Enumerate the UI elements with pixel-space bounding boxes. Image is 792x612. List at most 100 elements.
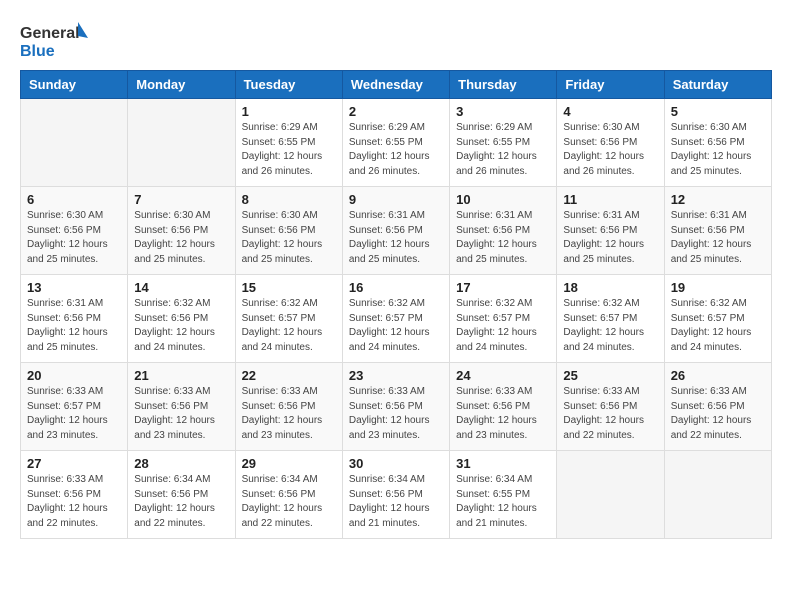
day-number: 21	[134, 368, 228, 383]
day-info: Sunrise: 6:30 AM Sunset: 6:56 PM Dayligh…	[563, 121, 657, 179]
calendar-cell: 8 Sunrise: 6:30 AM Sunset: 6:56 PM Daylig…	[235, 187, 342, 275]
calendar-cell: 24 Sunrise: 6:33 AM Sunset: 6:56 PM Dayli…	[450, 363, 557, 451]
calendar-cell: 6Sunrise: 6:30 AM Sunset: 6:56 PM Daylig…	[21, 187, 128, 275]
day-number: 22	[242, 368, 336, 383]
calendar-cell: 2 Sunrise: 6:29 AM Sunset: 6:55 PM Daylig…	[342, 99, 449, 187]
day-number: 2	[349, 104, 443, 119]
weekday-header-thursday: Thursday	[450, 71, 557, 99]
calendar-cell: 21Sunrise: 6:33 AM Sunset: 6:56 PM Dayli…	[128, 363, 235, 451]
day-number: 29	[242, 456, 336, 471]
day-info: Sunrise: 6:32 AM Sunset: 6:57 PM Dayligh…	[456, 297, 550, 355]
day-number: 27	[27, 456, 121, 471]
day-info: Sunrise: 6:29 AM Sunset: 6:55 PM Dayligh…	[456, 121, 550, 179]
day-number: 30	[349, 456, 443, 471]
calendar-cell: 17 Sunrise: 6:32 AM Sunset: 6:57 PM Dayli…	[450, 275, 557, 363]
day-info: Sunrise: 6:33 AM Sunset: 6:56 PM Dayligh…	[456, 385, 550, 443]
calendar-cell: 16 Sunrise: 6:32 AM Sunset: 6:57 PM Dayli…	[342, 275, 449, 363]
calendar-cell: 14 Sunrise: 6:32 AM Sunset: 6:56 PM Dayli…	[128, 275, 235, 363]
day-number: 1	[242, 104, 336, 119]
calendar-cell: 31 Sunrise: 6:34 AM Sunset: 6:55 PM Dayli…	[450, 451, 557, 539]
calendar-cell: 3 Sunrise: 6:29 AM Sunset: 6:55 PM Daylig…	[450, 99, 557, 187]
day-info: Sunrise: 6:30 AM Sunset: 6:56 PM Dayligh…	[27, 209, 121, 267]
calendar-cell: 13Sunrise: 6:31 AM Sunset: 6:56 PM Dayli…	[21, 275, 128, 363]
day-info: Sunrise: 6:33 AM Sunset: 6:56 PM Dayligh…	[27, 473, 121, 531]
calendar-cell: 11 Sunrise: 6:31 AM Sunset: 6:56 PM Dayli…	[557, 187, 664, 275]
day-number: 5	[671, 104, 765, 119]
weekday-header-wednesday: Wednesday	[342, 71, 449, 99]
day-info: Sunrise: 6:34 AM Sunset: 6:56 PM Dayligh…	[242, 473, 336, 531]
day-number: 11	[563, 192, 657, 207]
calendar-cell: 9Sunrise: 6:31 AM Sunset: 6:56 PM Daylig…	[342, 187, 449, 275]
weekday-header-tuesday: Tuesday	[235, 71, 342, 99]
day-number: 17	[456, 280, 550, 295]
calendar-cell: 5 Sunrise: 6:30 AM Sunset: 6:56 PM Daylig…	[664, 99, 771, 187]
day-info: Sunrise: 6:33 AM Sunset: 6:57 PM Dayligh…	[27, 385, 121, 443]
calendar-cell	[21, 99, 128, 187]
day-info: Sunrise: 6:29 AM Sunset: 6:55 PM Dayligh…	[349, 121, 443, 179]
calendar-cell: 25Sunrise: 6:33 AM Sunset: 6:56 PM Dayli…	[557, 363, 664, 451]
calendar-cell: 27 Sunrise: 6:33 AM Sunset: 6:56 PM Dayli…	[21, 451, 128, 539]
day-info: Sunrise: 6:31 AM Sunset: 6:56 PM Dayligh…	[349, 209, 443, 267]
calendar-cell	[128, 99, 235, 187]
day-number: 23	[349, 368, 443, 383]
week-row-2: 6Sunrise: 6:30 AM Sunset: 6:56 PM Daylig…	[21, 187, 772, 275]
calendar-cell: 18 Sunrise: 6:32 AM Sunset: 6:57 PM Dayli…	[557, 275, 664, 363]
day-info: Sunrise: 6:32 AM Sunset: 6:57 PM Dayligh…	[242, 297, 336, 355]
week-row-4: 20Sunrise: 6:33 AM Sunset: 6:57 PM Dayli…	[21, 363, 772, 451]
day-info: Sunrise: 6:32 AM Sunset: 6:57 PM Dayligh…	[563, 297, 657, 355]
day-number: 3	[456, 104, 550, 119]
calendar-cell: 29 Sunrise: 6:34 AM Sunset: 6:56 PM Dayli…	[235, 451, 342, 539]
day-info: Sunrise: 6:34 AM Sunset: 6:55 PM Dayligh…	[456, 473, 550, 531]
svg-text:General: General	[20, 25, 80, 42]
day-info: Sunrise: 6:30 AM Sunset: 6:56 PM Dayligh…	[242, 209, 336, 267]
day-info: Sunrise: 6:31 AM Sunset: 6:56 PM Dayligh…	[563, 209, 657, 267]
calendar-cell	[664, 451, 771, 539]
page-header: GeneralBlue	[20, 20, 772, 60]
calendar-cell: 22 Sunrise: 6:33 AM Sunset: 6:56 PM Dayli…	[235, 363, 342, 451]
day-number: 15	[242, 280, 336, 295]
day-number: 8	[242, 192, 336, 207]
day-number: 18	[563, 280, 657, 295]
day-info: Sunrise: 6:34 AM Sunset: 6:56 PM Dayligh…	[134, 473, 228, 531]
day-info: Sunrise: 6:32 AM Sunset: 6:57 PM Dayligh…	[671, 297, 765, 355]
day-number: 16	[349, 280, 443, 295]
day-info: Sunrise: 6:31 AM Sunset: 6:56 PM Dayligh…	[27, 297, 121, 355]
calendar-body: 1 Sunrise: 6:29 AM Sunset: 6:55 PM Daylig…	[21, 99, 772, 539]
day-info: Sunrise: 6:31 AM Sunset: 6:56 PM Dayligh…	[671, 209, 765, 267]
day-info: Sunrise: 6:31 AM Sunset: 6:56 PM Dayligh…	[456, 209, 550, 267]
day-number: 14	[134, 280, 228, 295]
weekday-header-friday: Friday	[557, 71, 664, 99]
day-number: 12	[671, 192, 765, 207]
logo: GeneralBlue	[20, 20, 100, 60]
day-info: Sunrise: 6:33 AM Sunset: 6:56 PM Dayligh…	[671, 385, 765, 443]
calendar-cell: 20Sunrise: 6:33 AM Sunset: 6:57 PM Dayli…	[21, 363, 128, 451]
day-number: 19	[671, 280, 765, 295]
calendar-cell	[557, 451, 664, 539]
day-number: 24	[456, 368, 550, 383]
day-info: Sunrise: 6:30 AM Sunset: 6:56 PM Dayligh…	[671, 121, 765, 179]
calendar-cell: 10 Sunrise: 6:31 AM Sunset: 6:56 PM Dayli…	[450, 187, 557, 275]
day-info: Sunrise: 6:30 AM Sunset: 6:56 PM Dayligh…	[134, 209, 228, 267]
day-number: 7	[134, 192, 228, 207]
day-number: 28	[134, 456, 228, 471]
week-row-1: 1 Sunrise: 6:29 AM Sunset: 6:55 PM Daylig…	[21, 99, 772, 187]
week-row-3: 13Sunrise: 6:31 AM Sunset: 6:56 PM Dayli…	[21, 275, 772, 363]
calendar-cell: 1Sunrise: 6:29 AM Sunset: 6:55 PM Daylig…	[235, 99, 342, 187]
day-info: Sunrise: 6:34 AM Sunset: 6:56 PM Dayligh…	[349, 473, 443, 531]
calendar-cell: 4Sunrise: 6:30 AM Sunset: 6:56 PM Daylig…	[557, 99, 664, 187]
calendar-cell: 30 Sunrise: 6:34 AM Sunset: 6:56 PM Dayli…	[342, 451, 449, 539]
weekday-header-sunday: Sunday	[21, 71, 128, 99]
day-info: Sunrise: 6:33 AM Sunset: 6:56 PM Dayligh…	[349, 385, 443, 443]
calendar-cell: 19 Sunrise: 6:32 AM Sunset: 6:57 PM Dayli…	[664, 275, 771, 363]
calendar-table: SundayMondayTuesdayWednesdayThursdayFrid…	[20, 70, 772, 539]
calendar-cell: 28 Sunrise: 6:34 AM Sunset: 6:56 PM Dayli…	[128, 451, 235, 539]
logo-svg: GeneralBlue	[20, 20, 100, 60]
day-info: Sunrise: 6:32 AM Sunset: 6:56 PM Dayligh…	[134, 297, 228, 355]
day-info: Sunrise: 6:32 AM Sunset: 6:57 PM Dayligh…	[349, 297, 443, 355]
calendar-cell: 26Sunrise: 6:33 AM Sunset: 6:56 PM Dayli…	[664, 363, 771, 451]
day-number: 10	[456, 192, 550, 207]
day-number: 31	[456, 456, 550, 471]
day-info: Sunrise: 6:33 AM Sunset: 6:56 PM Dayligh…	[563, 385, 657, 443]
day-info: Sunrise: 6:33 AM Sunset: 6:56 PM Dayligh…	[242, 385, 336, 443]
weekday-header-monday: Monday	[128, 71, 235, 99]
